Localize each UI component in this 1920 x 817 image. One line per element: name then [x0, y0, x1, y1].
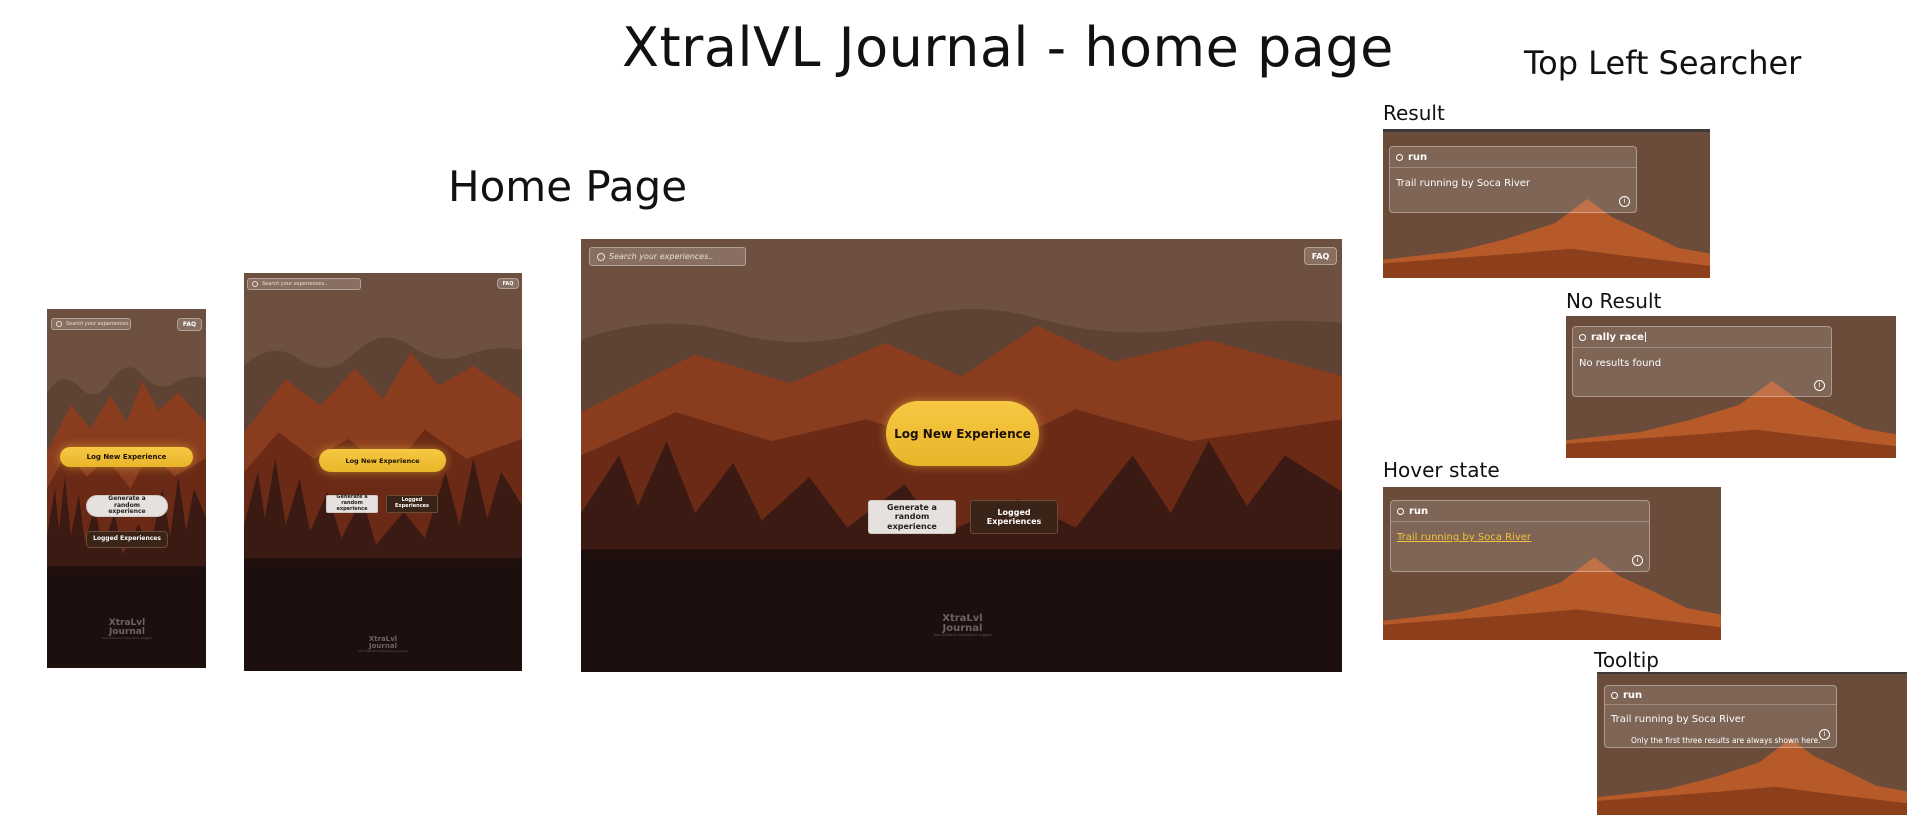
search-icon	[1397, 507, 1404, 515]
search-result-item[interactable]: Trail running by Soca River	[1390, 168, 1636, 189]
search-icon	[252, 281, 258, 287]
search-icon	[1579, 333, 1586, 341]
search-query: run	[1623, 689, 1643, 701]
searcher-no-result-panel: rally race No results found i	[1566, 316, 1896, 458]
faq-button[interactable]: FAQ	[497, 278, 519, 289]
searcher-result-panel: run Trail running by Soca River i	[1383, 129, 1710, 278]
text-caret	[1644, 332, 1646, 342]
generate-random-button[interactable]: Generate a random experience	[86, 495, 168, 517]
search-icon	[56, 321, 62, 327]
generate-random-button[interactable]: Generate a random experience	[326, 495, 378, 513]
no-result-label: No Result	[1566, 289, 1662, 313]
search-result-item-hovered[interactable]: Trail running by Soca River	[1391, 522, 1649, 543]
landscape-background	[47, 309, 206, 668]
search-dropdown: run Trail running by Soca River i	[1390, 500, 1650, 572]
tooltip-label: Tooltip	[1594, 648, 1659, 672]
logo-tagline: Your Extreme Experience Logged	[933, 633, 992, 637]
search-placeholder: Search your experiences..	[609, 252, 714, 261]
search-icon	[597, 252, 605, 261]
top-left-searcher-heading: Top Left Searcher	[1524, 44, 1802, 82]
logo-tagline: Your Extreme Experience Logged	[358, 649, 408, 653]
log-new-experience-button[interactable]: Log New Experience	[886, 401, 1039, 466]
searcher-hover-panel: run Trail running by Soca River i	[1383, 487, 1721, 640]
search-placeholder: Search your experiences..	[66, 321, 131, 327]
page-title: XtralVL Journal - home page	[622, 16, 1394, 79]
faq-button[interactable]: FAQ	[177, 318, 202, 331]
logged-experiences-button[interactable]: Logged Experiences	[86, 531, 168, 548]
tooltip-text: Only the first three results are always …	[1631, 736, 1821, 745]
app-logo: XtraLvl Journal Your Extreme Experience …	[102, 619, 152, 640]
search-query: run	[1408, 151, 1428, 163]
log-new-experience-button[interactable]: Log New Experience	[60, 447, 193, 467]
search-icon	[1611, 691, 1618, 699]
result-label: Result	[1383, 101, 1445, 125]
logged-experiences-button[interactable]: Logged Experiences	[386, 495, 438, 513]
search-result-item[interactable]: Trail running by Soca River	[1605, 705, 1836, 725]
home-frame-mobile: Search your experiences.. FAQ Log New Ex…	[47, 309, 206, 668]
search-input[interactable]: Search your experiences..	[51, 318, 131, 330]
logged-experiences-button[interactable]: Logged Experiences	[970, 500, 1058, 534]
log-new-experience-button[interactable]: Log New Experience	[319, 449, 446, 472]
info-icon[interactable]: i	[1819, 729, 1830, 740]
app-logo: XtraLvl Journal Your Extreme Experience …	[930, 614, 995, 638]
search-field[interactable]: run	[1391, 501, 1649, 522]
info-icon[interactable]: i	[1632, 555, 1643, 566]
logo-tagline: Your Extreme Experience Logged	[102, 636, 152, 640]
search-input[interactable]: Search your experiences..	[247, 278, 361, 290]
home-frame-tablet: Search your experiences.. FAQ Log New Ex…	[244, 273, 522, 671]
search-dropdown: run Trail running by Soca River i	[1389, 146, 1637, 213]
faq-button[interactable]: FAQ	[1304, 247, 1337, 265]
search-query: run	[1409, 505, 1429, 517]
search-dropdown: rally race No results found i	[1572, 326, 1832, 397]
generate-random-button[interactable]: Generate a random experience	[868, 500, 956, 534]
search-input[interactable]: Search your experiences..	[589, 247, 746, 266]
search-dropdown: run Trail running by Soca River Only the…	[1604, 685, 1837, 748]
search-field[interactable]: run	[1605, 686, 1836, 705]
no-results-message: No results found	[1579, 358, 1662, 369]
search-field[interactable]: run	[1390, 147, 1636, 168]
search-placeholder: Search your experiences..	[262, 281, 328, 287]
home-frame-desktop: Search your experiences.. FAQ Log New Ex…	[581, 239, 1342, 672]
search-field[interactable]: rally race	[1573, 327, 1831, 348]
hover-state-label: Hover state	[1383, 458, 1500, 482]
search-icon	[1396, 153, 1403, 161]
info-icon[interactable]: i	[1619, 196, 1630, 207]
info-icon[interactable]: i	[1814, 380, 1825, 391]
landscape-background	[244, 273, 522, 671]
search-query: rally race	[1591, 331, 1644, 343]
home-page-heading: Home Page	[448, 162, 688, 211]
searcher-tooltip-panel: run Trail running by Soca River Only the…	[1597, 672, 1907, 815]
app-logo: XtraLvl Journal Your Extreme Experience …	[358, 636, 408, 653]
